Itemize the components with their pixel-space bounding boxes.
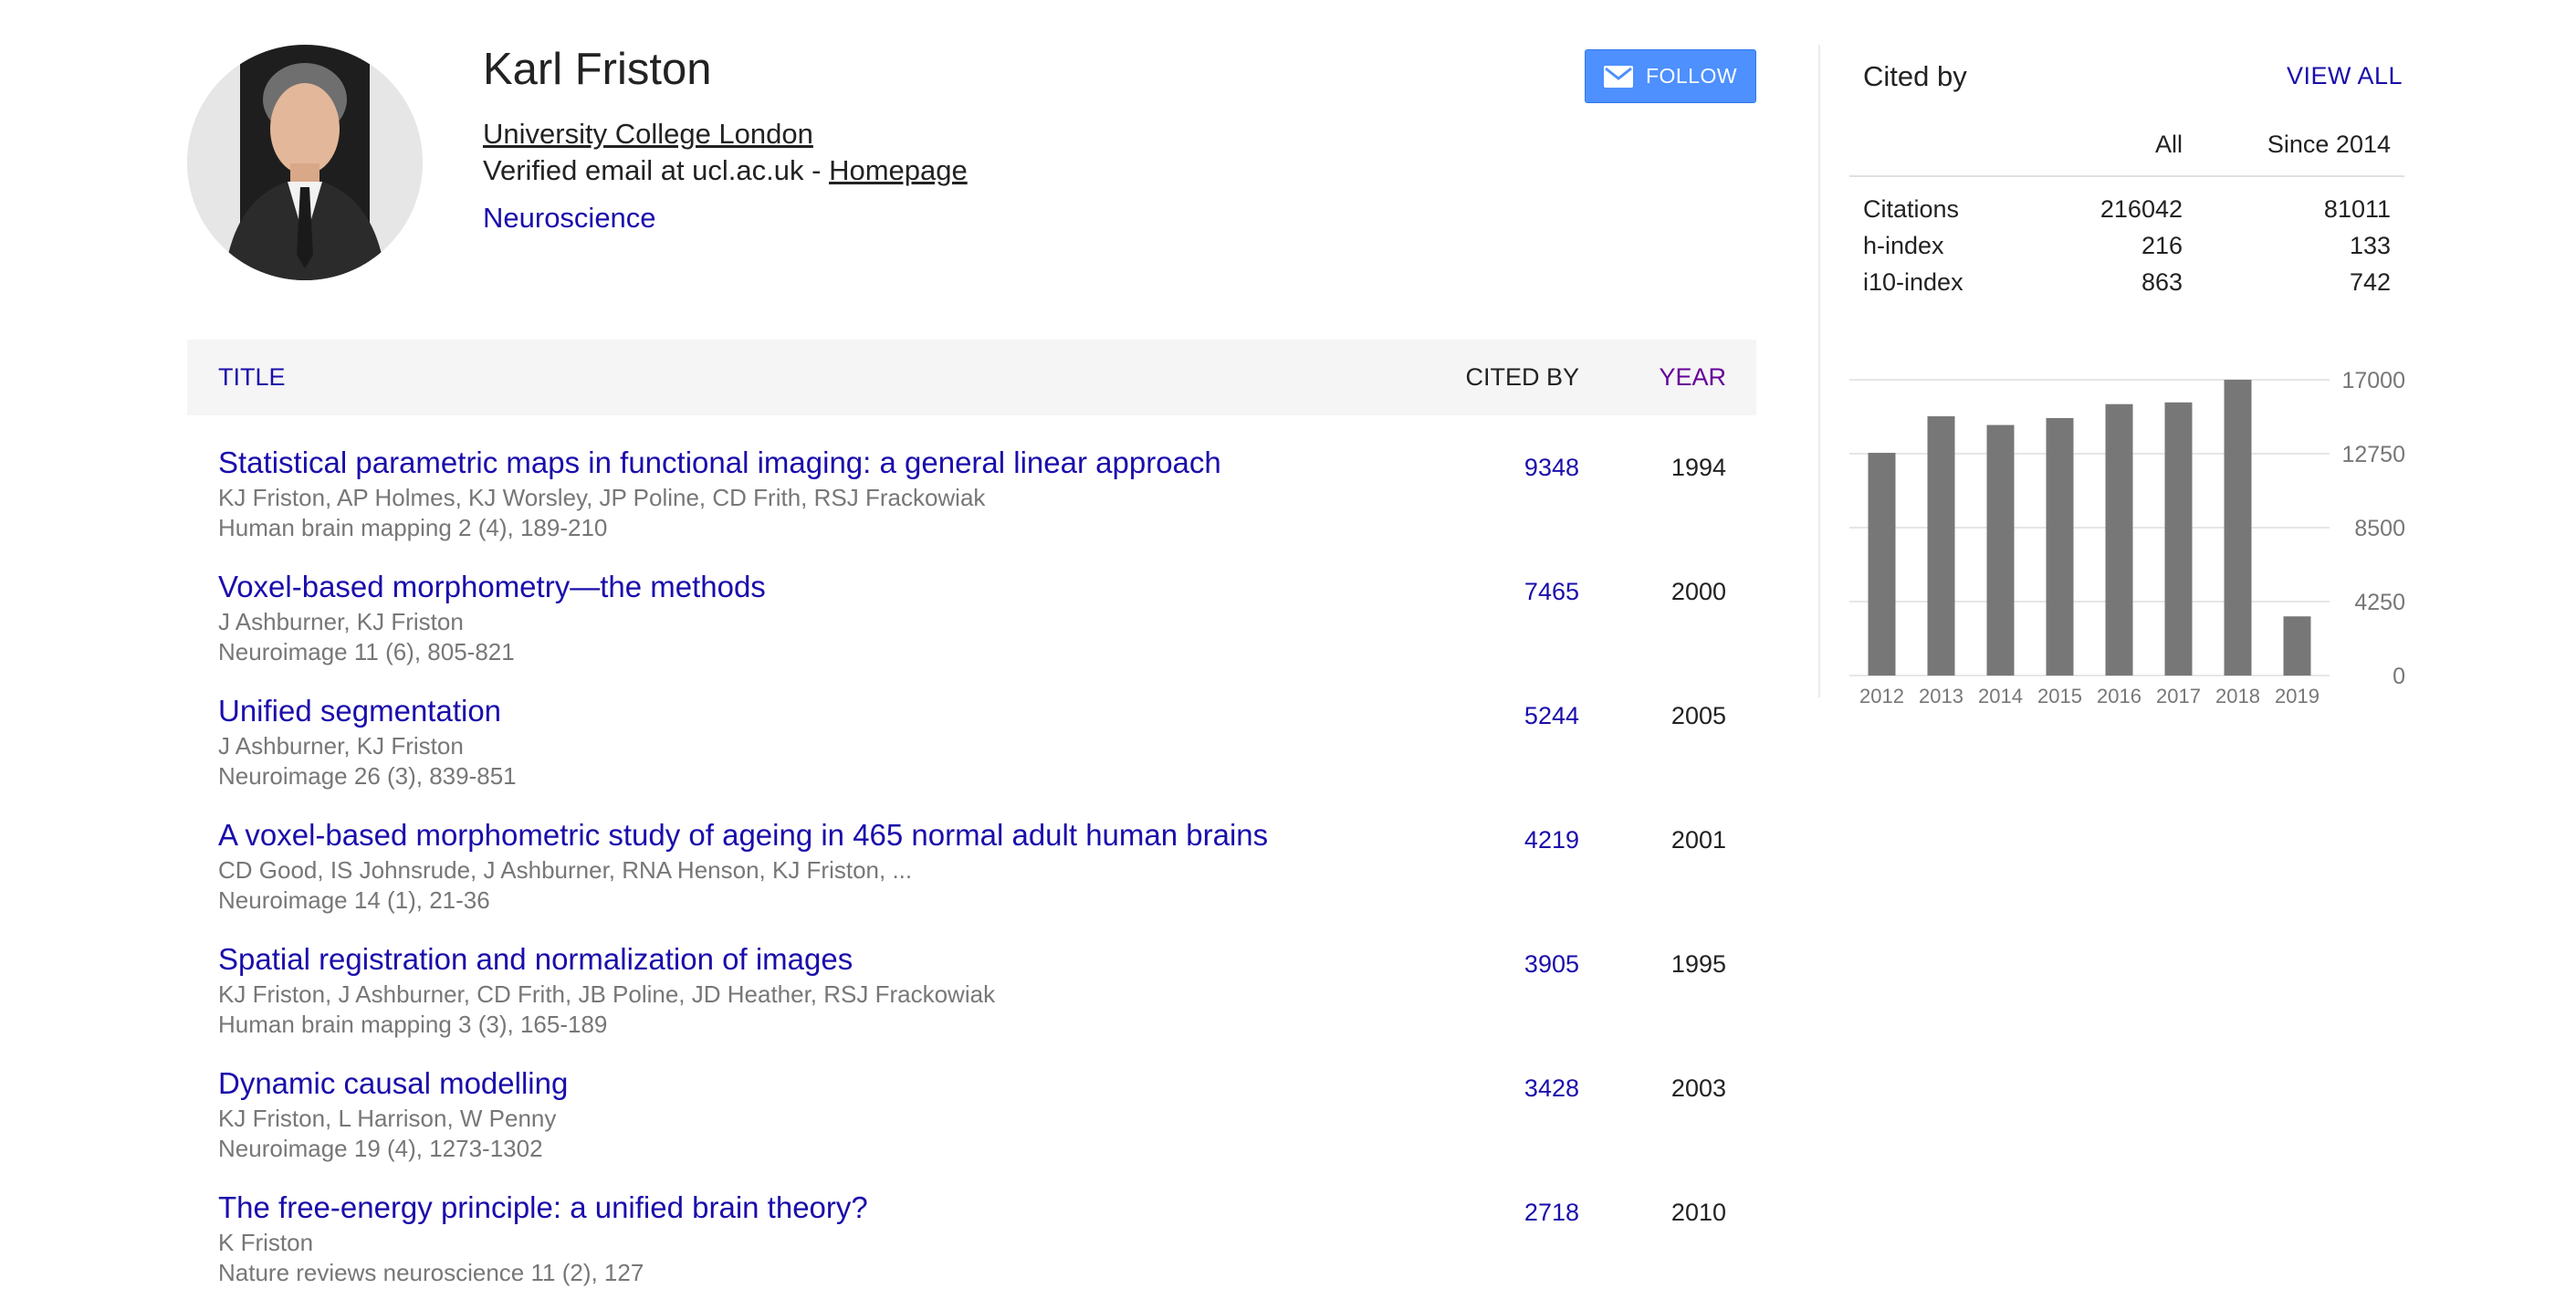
y-tick-label: 4250 <box>2354 590 2405 615</box>
cited-by-heading: Cited by <box>1863 60 1967 92</box>
article-title-link[interactable]: Unified segmentation <box>218 694 501 728</box>
verified-email-line: Verified email at ucl.ac.uk - Homepage <box>483 154 968 187</box>
bar <box>1986 424 2015 676</box>
article-authors: K Friston <box>218 1229 314 1256</box>
article-title-link[interactable]: A voxel-based morphometric study of agei… <box>218 818 1268 853</box>
bar <box>2105 403 2133 676</box>
stat-since-value: 742 <box>2349 268 2391 296</box>
table-row: The free-energy principle: a unified bra… <box>187 1190 1756 1289</box>
year-column-header[interactable]: YEAR <box>1659 363 1726 392</box>
y-tick-label: 17000 <box>2341 368 2405 393</box>
bar <box>2046 417 2074 676</box>
publications-table-header: TITLE CITED BY YEAR <box>187 340 1756 415</box>
table-row: Unified segmentation J Ashburner, KJ Fri… <box>187 694 1756 818</box>
article-year: 2010 <box>1670 1199 1726 1226</box>
stat-row-citations: Citations 216042 81011 <box>1849 195 2404 232</box>
article-year: 1995 <box>1670 950 1726 978</box>
cited-by-count-link[interactable]: 5244 <box>1524 702 1579 730</box>
y-tick-label: 8500 <box>2354 516 2405 541</box>
article-authors: CD Good, IS Johnsrude, J Ashburner, RNA … <box>218 856 913 884</box>
stat-all-value: 216042 <box>2100 195 2183 223</box>
view-all-button[interactable]: VIEW ALL <box>2287 62 2403 90</box>
article-authors: KJ Friston, L Harrison, W Penny <box>218 1105 557 1132</box>
article-title-link[interactable]: The free-energy principle: a unified bra… <box>218 1190 868 1225</box>
article-authors: J Ashburner, KJ Friston <box>218 732 464 760</box>
table-row: Statistical parametric maps in functiona… <box>187 445 1756 570</box>
article-year: 2003 <box>1670 1074 1726 1102</box>
x-tick-label: 2015 <box>2037 685 2082 703</box>
stat-since-value: 133 <box>2349 232 2391 259</box>
article-venue: Human brain mapping 3 (3), 165-189 <box>218 1011 608 1038</box>
stat-since-value: 81011 <box>2323 195 2391 223</box>
table-row: A voxel-based morphometric study of agei… <box>187 818 1756 942</box>
article-authors: J Ashburner, KJ Friston <box>218 608 464 635</box>
panel-divider <box>1818 45 1820 697</box>
stat-label: h-index <box>1863 232 1944 259</box>
bar <box>2224 380 2252 676</box>
homepage-link[interactable]: Homepage <box>829 154 968 186</box>
stat-row-h-index: h-index 216 133 <box>1849 232 2404 268</box>
affiliation-link[interactable]: University College London <box>483 118 813 151</box>
stats-col-since: Since 2014 <box>2267 131 2391 158</box>
cited-by-count-link[interactable]: 7465 <box>1524 578 1579 606</box>
article-authors: KJ Friston, AP Holmes, KJ Worsley, JP Po… <box>218 484 986 511</box>
follow-button[interactable]: FOLLOW <box>1585 49 1756 103</box>
x-tick-label: 2018 <box>2215 685 2260 703</box>
article-year: 1994 <box>1670 454 1726 481</box>
stat-all-value: 216 <box>2141 232 2183 259</box>
citation-stats-header: All Since 2014 <box>1849 128 2404 177</box>
follow-label: FOLLOW <box>1645 64 1738 88</box>
article-venue: Neuroimage 11 (6), 805-821 <box>218 638 515 665</box>
stat-all-value: 863 <box>2141 268 2183 296</box>
bar <box>1927 416 1955 676</box>
article-title-link[interactable]: Spatial registration and normalization o… <box>218 942 853 977</box>
citations-per-year-chart: 17000 12750 8500 4250 0 2012 2013 2014 2015 2016 2… <box>1849 368 2405 703</box>
x-tick-label: 2017 <box>2156 685 2201 703</box>
article-venue: Neuroimage 26 (3), 839-851 <box>218 762 517 790</box>
x-tick-label: 2012 <box>1859 685 1904 703</box>
stats-col-all: All <box>2154 131 2183 158</box>
cited-by-count-link[interactable]: 4219 <box>1524 826 1579 854</box>
x-tick-label: 2014 <box>1978 685 2023 703</box>
article-venue: Nature reviews neuroscience 11 (2), 127 <box>218 1259 644 1286</box>
table-row: Dynamic causal modelling KJ Friston, L H… <box>187 1066 1756 1190</box>
interest-link-neuroscience[interactable]: Neuroscience <box>483 202 656 235</box>
stat-label: Citations <box>1863 195 1960 223</box>
article-venue: Human brain mapping 2 (4), 189-210 <box>218 514 608 541</box>
y-tick-label: 0 <box>2393 664 2405 689</box>
verified-email-text: Verified email at ucl.ac.uk - <box>483 154 830 186</box>
bar <box>2164 402 2193 676</box>
bar <box>2283 616 2311 676</box>
x-tick-label: 2013 <box>1919 685 1963 703</box>
article-title-link[interactable]: Statistical parametric maps in functiona… <box>218 445 1221 480</box>
cited-by-count-link[interactable]: 3428 <box>1524 1074 1579 1103</box>
article-year: 2000 <box>1670 578 1726 605</box>
table-row: Voxel-based morphometry—the methods J As… <box>187 570 1756 694</box>
profile-photo <box>187 45 423 280</box>
article-venue: Neuroimage 14 (1), 21-36 <box>218 886 490 914</box>
x-tick-label: 2019 <box>2275 685 2319 703</box>
cited-by-count-link[interactable]: 9348 <box>1524 454 1579 482</box>
portrait-image <box>187 45 423 280</box>
article-title-link[interactable]: Dynamic causal modelling <box>218 1066 568 1101</box>
x-tick-label: 2016 <box>2097 685 2141 703</box>
article-venue: Neuroimage 19 (4), 1273-1302 <box>218 1135 543 1162</box>
article-authors: KJ Friston, J Ashburner, CD Frith, JB Po… <box>218 980 996 1008</box>
cited-by-count-link[interactable]: 3905 <box>1524 950 1579 979</box>
article-title-link[interactable]: Voxel-based morphometry—the methods <box>218 570 766 604</box>
article-year: 2001 <box>1670 826 1726 854</box>
stat-label: i10-index <box>1863 268 1963 296</box>
author-name: Karl Friston <box>483 45 712 94</box>
y-tick-label: 12750 <box>2341 442 2405 467</box>
cited-by-count-link[interactable]: 2718 <box>1524 1199 1579 1227</box>
title-column-header[interactable]: TITLE <box>218 363 286 392</box>
article-year: 2005 <box>1670 702 1726 729</box>
cited-by-column-header[interactable]: CITED BY <box>1465 363 1579 392</box>
bar <box>1868 453 1896 676</box>
stat-row-i10-index: i10-index 863 742 <box>1849 268 2404 305</box>
table-row: Spatial registration and normalization o… <box>187 942 1756 1066</box>
envelope-icon <box>1603 65 1633 88</box>
